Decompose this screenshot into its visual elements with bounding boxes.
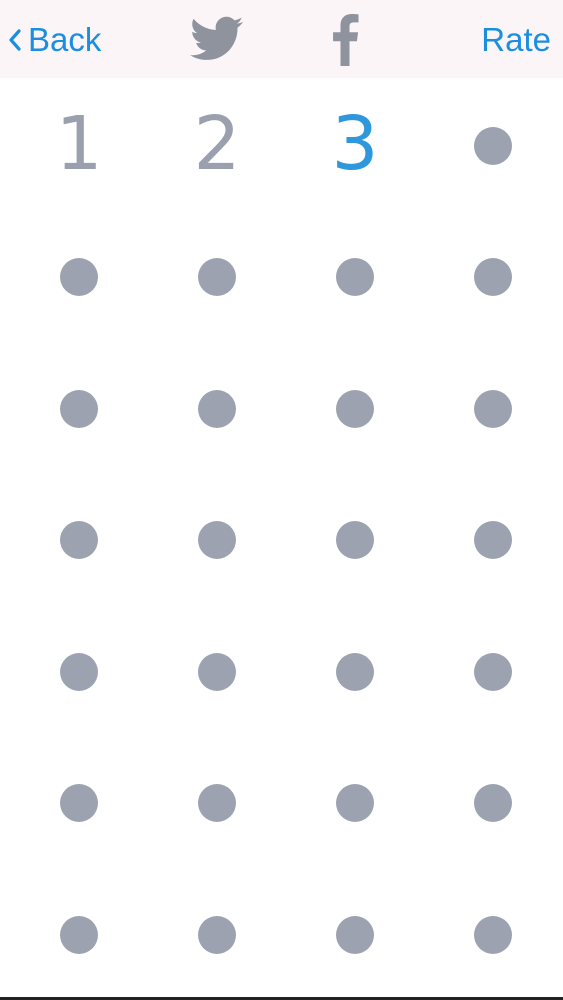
hidden-dot <box>474 915 512 954</box>
grid-cell[interactable] <box>148 343 286 475</box>
grid-cell[interactable] <box>424 738 562 870</box>
hidden-dot <box>198 521 236 560</box>
hidden-dot <box>474 126 512 165</box>
grid-cell[interactable] <box>424 606 562 738</box>
grid-cell[interactable]: 2 <box>148 80 286 212</box>
hidden-dot <box>198 784 236 823</box>
grid-cell[interactable] <box>286 869 424 1000</box>
hidden-dot <box>336 784 374 823</box>
game-screen: Back Rate 1 2 3 <box>0 0 563 1000</box>
hidden-dot <box>474 258 512 297</box>
grid-cell[interactable] <box>10 869 148 1000</box>
revealed-number: 2 <box>193 101 241 188</box>
grid-cell[interactable] <box>10 343 148 475</box>
rate-button[interactable]: Rate <box>481 18 551 62</box>
grid-cell[interactable] <box>424 343 562 475</box>
grid-cell[interactable] <box>286 606 424 738</box>
hidden-dot <box>198 652 236 691</box>
grid-cell[interactable] <box>286 738 424 870</box>
grid-cell[interactable] <box>286 343 424 475</box>
hidden-dot <box>336 915 374 954</box>
grid-cell[interactable] <box>148 738 286 870</box>
hidden-dot <box>60 521 98 560</box>
hidden-dot <box>198 915 236 954</box>
hidden-dot <box>60 915 98 954</box>
grid-cell[interactable] <box>424 869 562 1000</box>
hidden-dot <box>198 258 236 297</box>
grid-cell[interactable]: 3 <box>286 80 424 212</box>
grid-cell[interactable] <box>424 212 562 344</box>
hidden-dot <box>474 389 512 428</box>
hidden-dot <box>60 652 98 691</box>
hidden-dot <box>474 652 512 691</box>
hidden-dot <box>474 784 512 823</box>
grid-cell[interactable] <box>286 475 424 607</box>
hidden-dot <box>198 389 236 428</box>
revealed-number: 3 <box>331 101 379 188</box>
facebook-f-icon <box>333 14 359 66</box>
chevron-left-icon <box>9 29 21 51</box>
hidden-dot <box>474 521 512 560</box>
hidden-dot <box>336 258 374 297</box>
grid-cell[interactable] <box>148 606 286 738</box>
hidden-dot <box>336 389 374 428</box>
hidden-dot <box>60 389 98 428</box>
back-button[interactable]: Back <box>8 18 101 62</box>
number-grid: 1 2 3 <box>10 80 562 1000</box>
hidden-dot <box>336 652 374 691</box>
revealed-number: 1 <box>55 101 103 188</box>
back-label: Back <box>28 21 102 58</box>
grid-cell[interactable] <box>424 80 562 212</box>
top-nav-bar: Back Rate <box>0 0 563 78</box>
hidden-dot <box>60 784 98 823</box>
grid-cell[interactable] <box>10 738 148 870</box>
grid-cell[interactable] <box>10 606 148 738</box>
twitter-share-button[interactable] <box>190 16 244 62</box>
facebook-share-button[interactable] <box>330 12 360 66</box>
grid-cell[interactable] <box>424 475 562 607</box>
hidden-dot <box>60 258 98 297</box>
grid-cell[interactable] <box>286 212 424 344</box>
grid-cell[interactable]: 1 <box>10 80 148 212</box>
hidden-dot <box>336 521 374 560</box>
grid-cell[interactable] <box>148 475 286 607</box>
grid-cell[interactable] <box>10 475 148 607</box>
twitter-bird-icon <box>190 16 244 60</box>
grid-cell[interactable] <box>148 212 286 344</box>
grid-cell[interactable] <box>148 869 286 1000</box>
grid-cell[interactable] <box>10 212 148 344</box>
